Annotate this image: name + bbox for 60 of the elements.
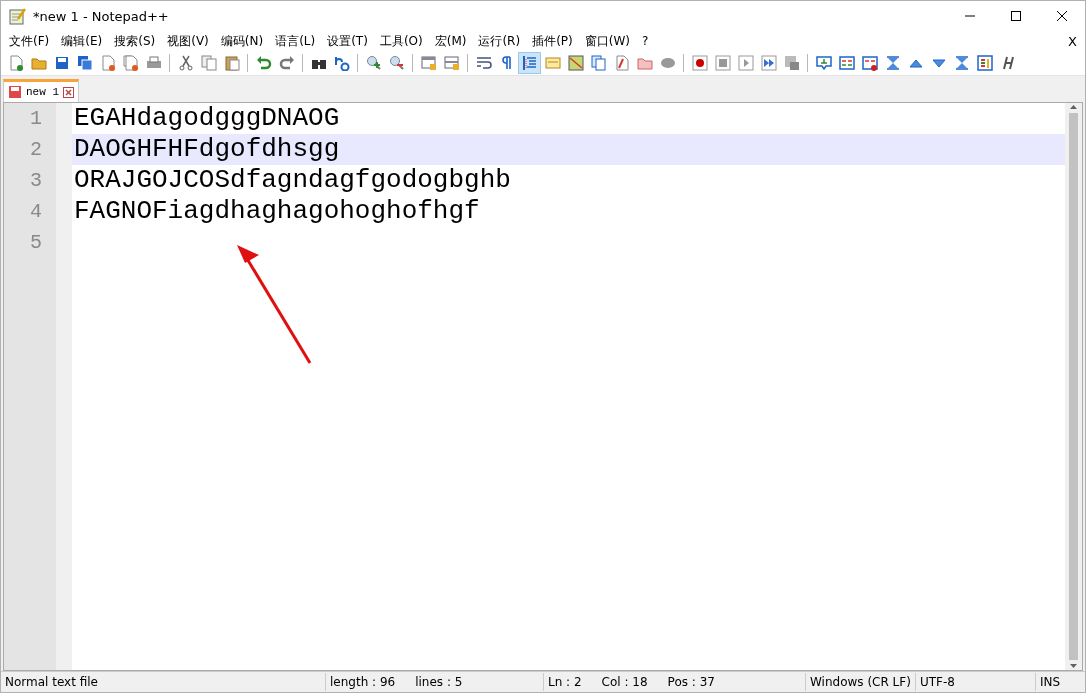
floppy-disks-icon [76, 55, 93, 71]
scissors-icon [177, 55, 194, 71]
redo-arrow-icon [278, 55, 295, 71]
vertical-scrollbar[interactable] [1065, 103, 1082, 670]
stop-icon [714, 55, 731, 71]
indent-guide-icon [521, 55, 538, 71]
menu-item[interactable]: 宏(M) [428, 31, 473, 51]
menu-item[interactable]: 编码(N) [214, 31, 270, 51]
close-files-icon [122, 55, 139, 71]
menu-item[interactable]: 运行(R) [472, 31, 527, 51]
close-document-button[interactable]: X [1060, 33, 1085, 49]
play-icon [737, 55, 754, 71]
menu-item[interactable]: ? [635, 31, 655, 51]
folder-icon [636, 55, 653, 71]
copy-icon [200, 55, 217, 71]
menu-item[interactable]: 搜索(S) [108, 31, 162, 51]
menu-item[interactable]: 插件(P) [526, 31, 579, 51]
lines-label: lines : 5 [415, 675, 463, 689]
code-line: ORAJGOJCOSdfagndagfgodogbghb [73, 165, 512, 196]
line-label: Ln : 2 [548, 675, 582, 689]
eol-label: Windows (CR LF) [810, 675, 911, 689]
new-file-icon [7, 55, 24, 71]
menu-item[interactable]: 窗口(W) [578, 31, 636, 51]
code-line: EGAHdagodgggDNAOG [73, 103, 341, 134]
note-icon [544, 55, 561, 71]
folder-icon [30, 55, 47, 71]
zoom-out-icon [388, 55, 405, 71]
encoding-label: UTF-8 [920, 675, 955, 689]
speech-bubble-icon [815, 55, 832, 71]
code-line: FAGNOFiagdhaghagohoghofhgf [73, 196, 481, 227]
documents-icon [590, 55, 607, 71]
document-tab[interactable]: new 1 [3, 79, 79, 102]
column-label: Col : 18 [601, 675, 648, 689]
clipboard-icon [223, 55, 240, 71]
compare-icon [838, 55, 855, 71]
menu-item[interactable]: 文件(F) [3, 31, 56, 51]
panel-icon [976, 55, 993, 71]
zoom-in-icon [365, 55, 382, 71]
insert-mode-label: INS [1040, 675, 1061, 689]
wrap-lines-icon [475, 55, 492, 71]
undo-arrow-icon [255, 55, 272, 71]
position-label: Pos : 37 [667, 675, 715, 689]
tab-close-icon[interactable] [63, 86, 74, 98]
notepad-icon [9, 7, 27, 25]
map-icon [567, 55, 584, 71]
menu-item[interactable]: 视图(V) [161, 31, 215, 51]
close-icon [1056, 10, 1068, 22]
maximize-icon [1010, 10, 1022, 22]
file-type-label: Normal text file [5, 675, 98, 689]
record-icon [691, 55, 708, 71]
replace-icon [333, 55, 350, 71]
fast-forward-icon [760, 55, 777, 71]
menu-item[interactable]: 工具(O) [373, 31, 429, 51]
close-file-icon [99, 55, 116, 71]
menu-item[interactable]: 编辑(E) [55, 31, 109, 51]
printer-icon [145, 55, 162, 71]
length-label: length : 96 [330, 675, 396, 689]
window-title: *new 1 - Notepad++ [33, 8, 170, 24]
menu-item[interactable]: 设置(T) [321, 31, 374, 51]
menu-item[interactable]: 语言(L) [269, 31, 322, 51]
